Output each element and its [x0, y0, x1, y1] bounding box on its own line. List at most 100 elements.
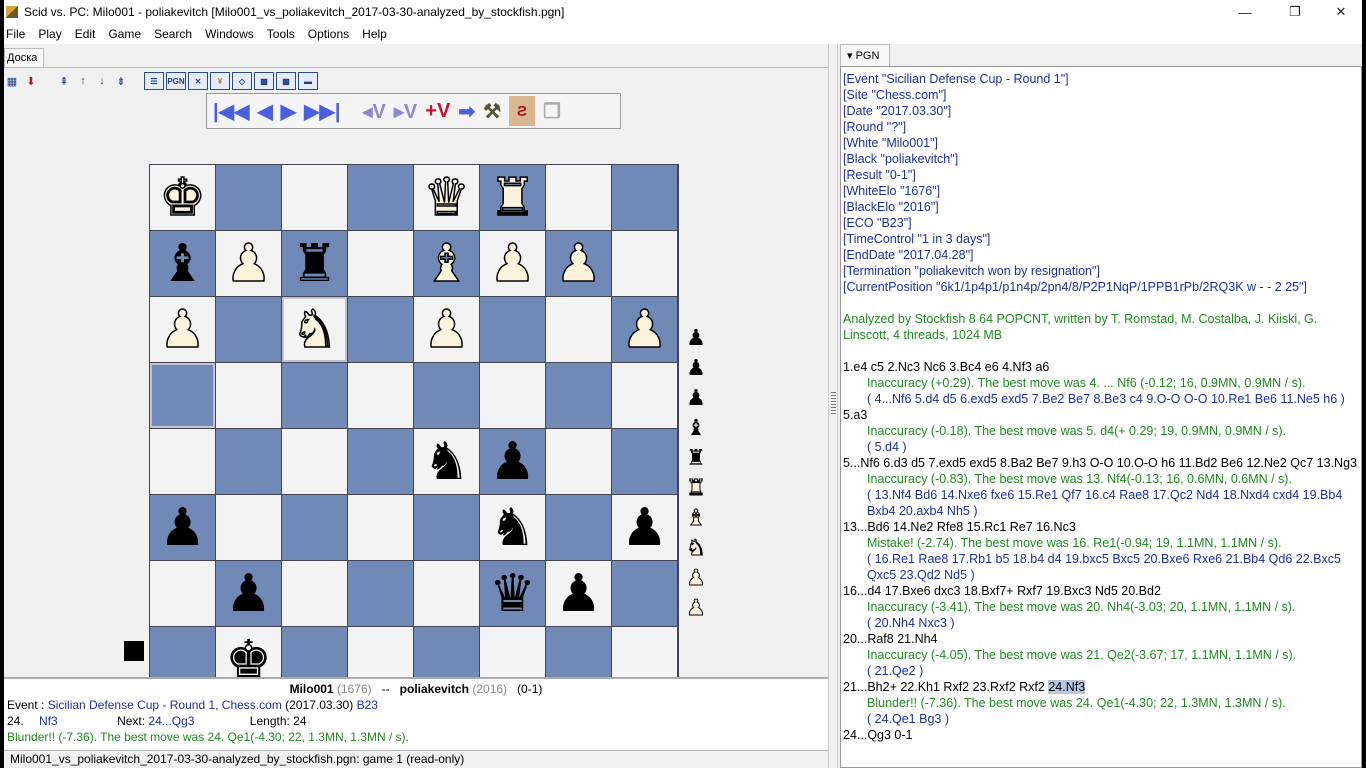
board-square[interactable]: [216, 165, 282, 231]
black-bishop-icon[interactable]: ♝: [159, 238, 206, 290]
black-queen-icon[interactable]: ♛: [489, 568, 536, 620]
gamelist-icon[interactable]: ☰: [144, 72, 164, 90]
board-square[interactable]: ♞: [480, 495, 546, 561]
forward-button[interactable]: ▶: [281, 96, 296, 126]
board-square[interactable]: [150, 429, 216, 495]
board-square[interactable]: ♟: [414, 297, 480, 363]
pgn-text-view[interactable]: [Event "Sicilian Defense Cup - Round 1"]…: [840, 66, 1362, 768]
pane-splitter[interactable]: [828, 44, 838, 768]
board-square[interactable]: [546, 495, 612, 561]
board-square[interactable]: [414, 561, 480, 627]
white-pawn-icon[interactable]: ♟: [620, 303, 668, 357]
board-square[interactable]: [216, 363, 282, 429]
board-square[interactable]: [612, 231, 678, 297]
board-square[interactable]: ♞: [282, 297, 348, 363]
tools-icon[interactable]: ✕: [188, 72, 208, 90]
board-square[interactable]: ♟: [612, 297, 678, 363]
board-square[interactable]: ♜: [480, 165, 546, 231]
white-knight-icon[interactable]: ♞: [290, 303, 338, 357]
board-square[interactable]: [480, 297, 546, 363]
black-pawn-icon[interactable]: ♟: [159, 502, 206, 554]
board-square[interactable]: ♛: [480, 561, 546, 627]
current-move-highlight[interactable]: 24.Nf3: [1048, 680, 1086, 694]
menu-play[interactable]: Play: [32, 27, 68, 41]
chess-board[interactable]: ♚ ♛ ♜ ♝ ♟ ♜ ♝ ♟ ♟ ♟ ♞ ♟ ♟ ♞ ♟ ♟ ♞ ♟ ♟ ♛ ♟ ♚: [149, 164, 679, 694]
black-pawn-icon[interactable]: ♟: [621, 502, 668, 554]
maximize-button[interactable]: ❐: [1272, 0, 1318, 24]
board-square[interactable]: [348, 297, 414, 363]
board-square[interactable]: [612, 363, 678, 429]
event-link[interactable]: Sicilian Defense Cup - Round 1, Chess.co…: [48, 698, 282, 712]
pgn-moves[interactable]: 20...Raf8 21.Nh4: [843, 631, 1359, 647]
pgn-comment[interactable]: Inaccuracy (-4.05). The best move was 21…: [843, 647, 1359, 663]
black-rook-icon[interactable]: ♜: [291, 238, 338, 290]
menu-edit[interactable]: Edit: [69, 27, 103, 41]
white-pawn-icon[interactable]: ♟: [158, 303, 206, 357]
pgn-comment[interactable]: Blunder!! (-7.36). The best move was 24.…: [843, 695, 1359, 711]
board-square[interactable]: [414, 363, 480, 429]
board-square[interactable]: ♛: [414, 165, 480, 231]
board-square[interactable]: ♟: [480, 429, 546, 495]
board-square[interactable]: [216, 429, 282, 495]
pgn-comment[interactable]: Mistake! (-2.74). The best move was 16. …: [843, 535, 1359, 551]
pgn-moves[interactable]: 13...Bd6 14.Ne2 Rfe8 15.Rc1 Re7 16.Nc3: [843, 519, 1359, 535]
board-square[interactable]: [348, 561, 414, 627]
board-square[interactable]: [414, 495, 480, 561]
black-knight-icon[interactable]: ♞: [489, 502, 536, 554]
menu-tools[interactable]: Tools: [261, 27, 302, 41]
black-pawn-icon[interactable]: ♟: [555, 568, 602, 620]
pgn-moves[interactable]: 5...Nf6 6.d3 d5 7.exd5 exd5 8.Ba2 Be7 9.…: [843, 455, 1359, 471]
pgn-comment[interactable]: Inaccuracy (+0.29). The best move was 4.…: [843, 375, 1359, 391]
save-game-icon[interactable]: ⬇: [23, 73, 39, 89]
board-square[interactable]: ♟: [150, 495, 216, 561]
crosstable-icon[interactable]: ▩: [254, 72, 274, 90]
board-square[interactable]: [282, 429, 348, 495]
close-button[interactable]: ✕: [1318, 0, 1364, 24]
pgn-icon[interactable]: PGN: [166, 72, 186, 90]
pgn-comment[interactable]: Inaccuracy (-0.83). The best move was 13…: [843, 471, 1359, 487]
splitter-grip[interactable]: [831, 392, 836, 414]
board-square[interactable]: [216, 297, 282, 363]
goto-end-button[interactable]: ▶▶|: [304, 96, 340, 126]
board-square[interactable]: ♟: [546, 231, 612, 297]
next-move[interactable]: 24...Qg3: [148, 714, 194, 728]
enter-variation-button[interactable]: ▸V: [394, 96, 417, 126]
goto-start-button[interactable]: |◀◀: [213, 96, 249, 126]
autoplay-icon[interactable]: ➡: [458, 96, 475, 126]
back-button[interactable]: ◀: [257, 96, 272, 126]
tab-board[interactable]: Доска: [4, 48, 44, 68]
board-square[interactable]: [282, 495, 348, 561]
pgn-moves[interactable]: 1.e4 c5 2.Nc3 Nc6 3.Bc4 e6 4.Nf3 a6: [843, 359, 1359, 375]
board-square[interactable]: ♟: [150, 297, 216, 363]
menu-search[interactable]: Search: [148, 27, 199, 41]
board-square[interactable]: [282, 165, 348, 231]
tree-icon[interactable]: ¥: [210, 72, 230, 90]
menu-game[interactable]: Game: [102, 27, 148, 41]
black-pawn-icon[interactable]: ♟: [225, 568, 272, 620]
minimize-button[interactable]: —: [1222, 0, 1268, 24]
board-square[interactable]: ♚: [150, 165, 216, 231]
board-square[interactable]: [546, 363, 612, 429]
board-square[interactable]: ♟: [546, 561, 612, 627]
board-square[interactable]: [282, 561, 348, 627]
black-knight-icon[interactable]: ♞: [423, 436, 470, 488]
board-square[interactable]: [612, 429, 678, 495]
pgn-variation[interactable]: ( 5.d4 ): [843, 439, 1359, 455]
comment-editor-icon[interactable]: ⚒: [483, 96, 501, 126]
white-rook-icon[interactable]: ♜: [488, 171, 536, 225]
board-square[interactable]: [348, 495, 414, 561]
engine-icon[interactable]: ▬: [298, 72, 318, 90]
prev-game-icon[interactable]: ↑: [75, 73, 91, 89]
board-square[interactable]: ♝: [414, 231, 480, 297]
setup-board-icon[interactable]: Ƨ: [509, 96, 536, 126]
menu-options[interactable]: Options: [302, 27, 356, 41]
pgn-variation[interactable]: ( 13.Nf4 Bd6 14.Nxe6 fxe6 15.Re1 Qf7 16.…: [843, 487, 1359, 519]
white-pawn-icon[interactable]: ♟: [224, 237, 272, 291]
pgn-comment[interactable]: Inaccuracy (-3.41). The best move was 20…: [843, 599, 1359, 615]
pgn-moves[interactable]: 21...Bh2+ 22.Kh1 Rxf2 23.Rxf2 Rxf2 24.Nf…: [843, 679, 1359, 695]
white-queen-icon[interactable]: ♛: [422, 171, 470, 225]
pgn-moves[interactable]: 16...d4 17.Bxe6 dxc3 18.Bxf7+ Rxf7 19.Bx…: [843, 583, 1359, 599]
board-square[interactable]: [348, 363, 414, 429]
current-move[interactable]: Nf3: [39, 714, 58, 728]
menu-help[interactable]: Help: [356, 27, 394, 41]
